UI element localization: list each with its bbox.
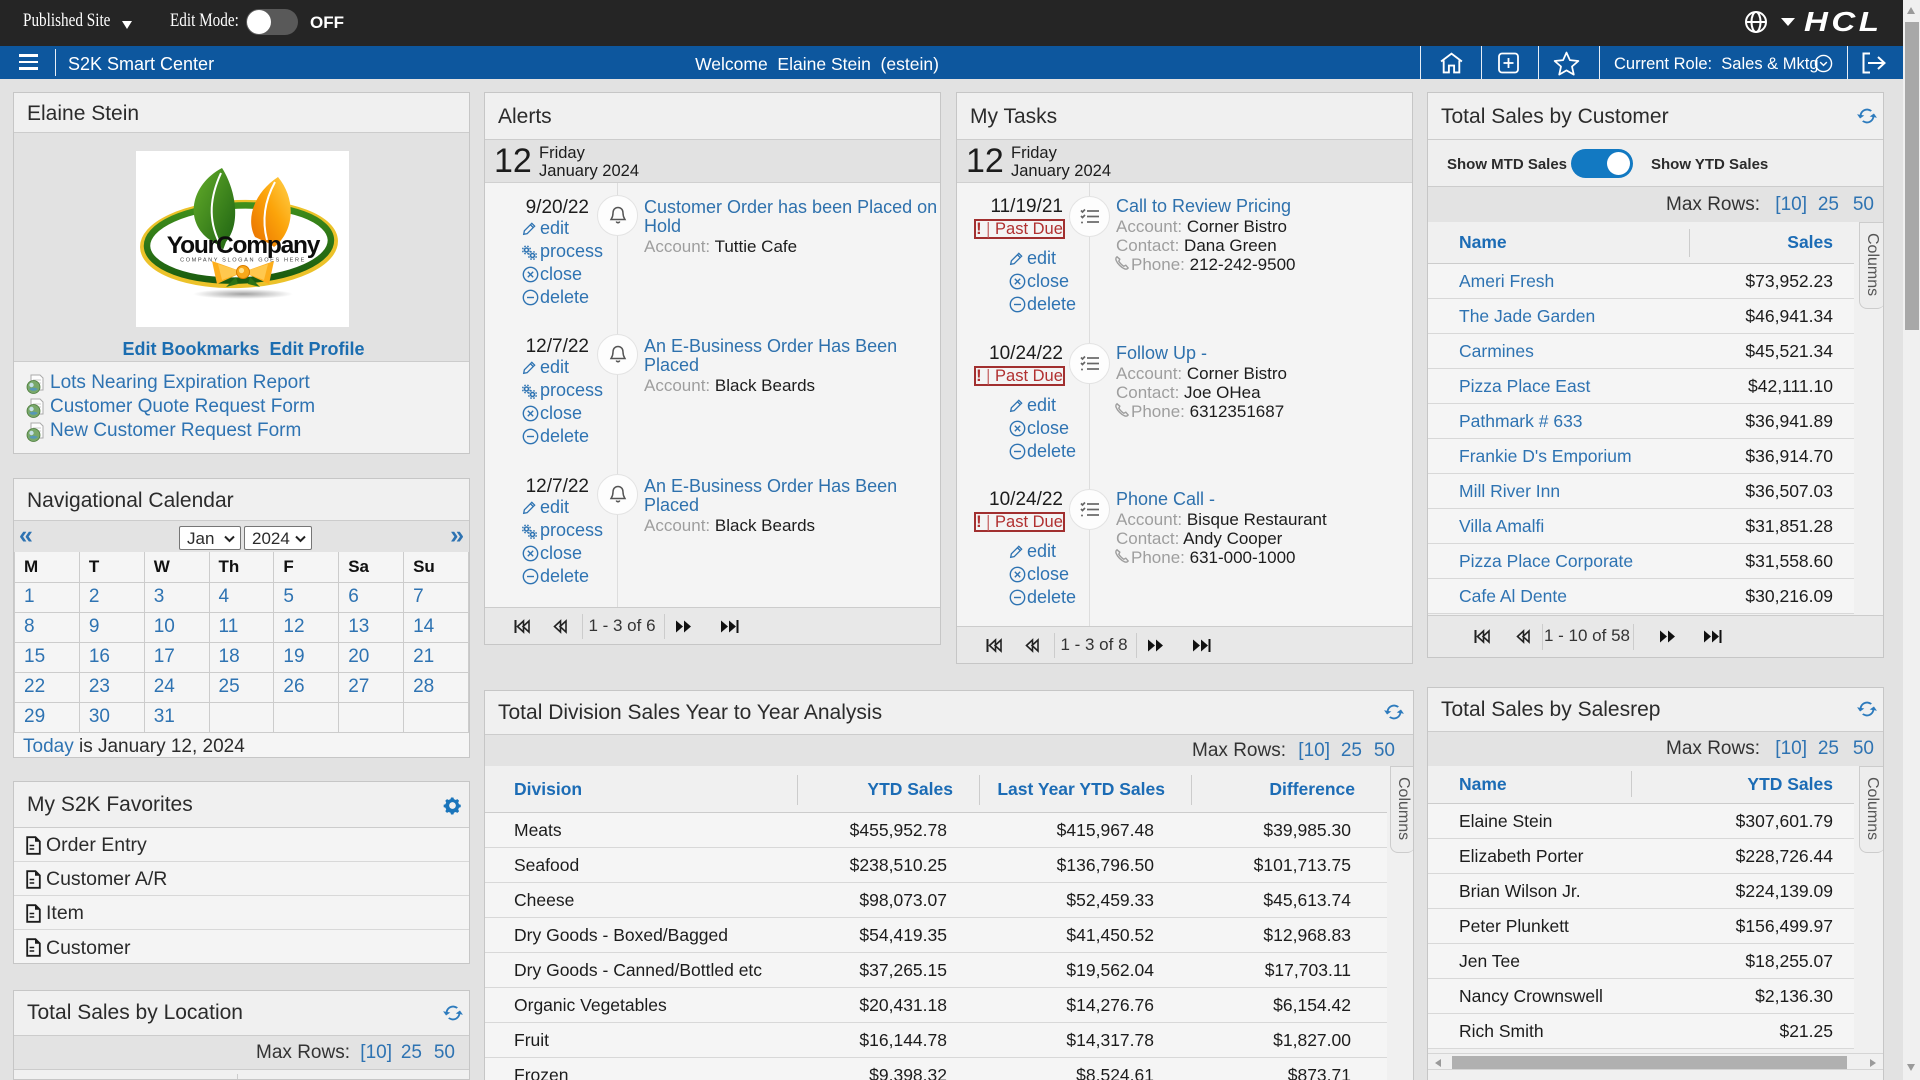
svg-text:COMPANY SLOGAN GOES HERE: COMPANY SLOGAN GOES HERE — [180, 258, 306, 264]
svg-text:YourCompany: YourCompany — [167, 232, 321, 259]
